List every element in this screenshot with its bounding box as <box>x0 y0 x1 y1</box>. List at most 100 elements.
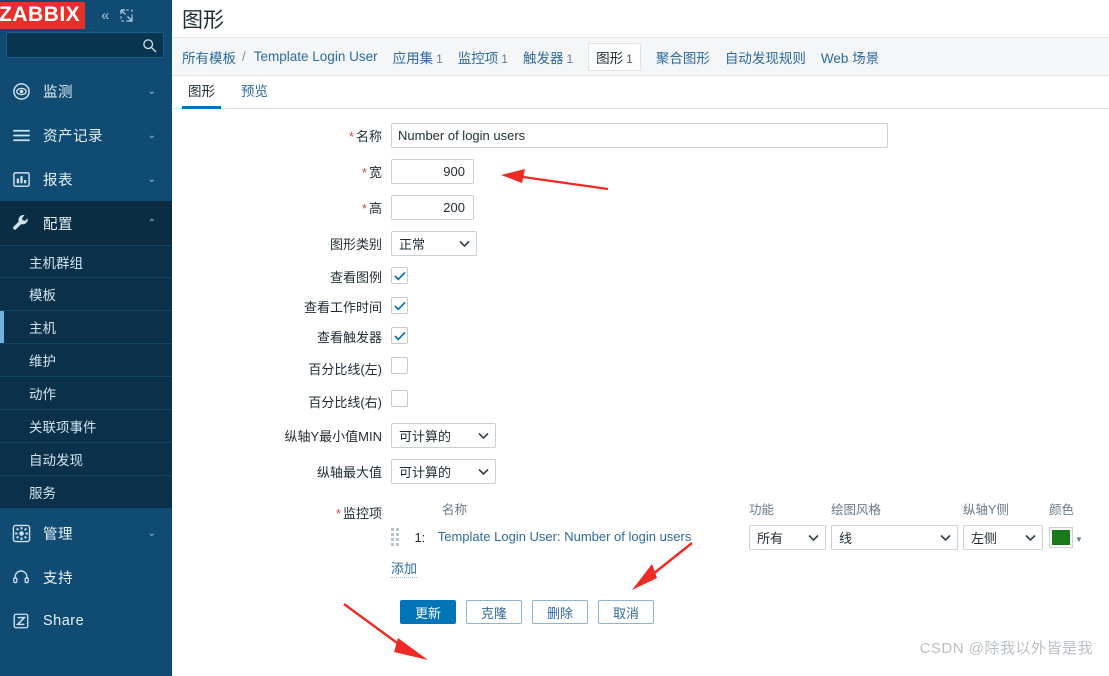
eye-icon <box>8 82 34 101</box>
sidebar-item-hosts[interactable]: 主机 <box>0 311 172 344</box>
add-item-link[interactable]: 添加 <box>391 561 418 578</box>
breadcrumb-label: 触发器 <box>522 50 564 66</box>
chevrons-left-icon[interactable]: « <box>101 8 109 23</box>
breadcrumb-triggers[interactable]: 触发器 1 <box>523 47 573 67</box>
breadcrumb-screens[interactable]: 聚合图形 <box>656 47 710 67</box>
tab-bar: 图形 预览 <box>172 76 1109 109</box>
width-input[interactable] <box>391 159 474 184</box>
percentile-right-field-wrap <box>391 390 408 412</box>
show-triggers-checkbox[interactable] <box>391 327 408 345</box>
breadcrumb-all-templates[interactable]: 所有模板 <box>182 47 236 67</box>
zabbix-logo: ZABBIX <box>0 1 86 29</box>
required-marker: * <box>348 129 354 144</box>
sidebar-item-host-groups[interactable]: 主机群组 <box>0 245 172 278</box>
update-button[interactable]: 更新 <box>400 600 456 624</box>
sidebar-item-share[interactable]: Share <box>0 599 172 643</box>
show-working-time-checkbox[interactable] <box>391 297 408 315</box>
sidebar-subitem-label: 主机 <box>29 321 56 336</box>
clone-button[interactable]: 克隆 <box>466 600 522 624</box>
field-row-percentile-left: 百分比线(左) <box>172 357 1109 379</box>
sidebar-item-monitoring[interactable]: 监测 ⌄ <box>0 69 172 113</box>
name-label: * 名称 <box>172 126 391 145</box>
breadcrumb-discovery-rules[interactable]: 自动发现规则 <box>725 47 806 67</box>
ymin-select[interactable]: 可计算的 <box>391 423 496 448</box>
sidebar-item-inventory[interactable]: 资产记录 ⌄ <box>0 113 172 157</box>
percentile-left-field-wrap <box>391 357 408 379</box>
percentile-left-label: 百分比线(左) <box>308 361 382 377</box>
height-field-wrap <box>391 195 474 220</box>
percentile-right-label: 百分比线(右) <box>308 394 382 410</box>
chevron-down-icon[interactable]: ▼ <box>1075 535 1083 544</box>
item-color-swatch[interactable] <box>1049 527 1073 548</box>
item-draw-style-select[interactable]: 线 <box>831 525 958 550</box>
sidebar-item-maintenance[interactable]: 维护 <box>0 344 172 377</box>
item-color-cell: ▼ <box>1049 523 1109 552</box>
show-legend-checkbox[interactable] <box>391 267 408 285</box>
main-content: 图形 所有模板 / Template Login User 应用集 1 监控项 1 … <box>172 0 1109 676</box>
breadcrumb-label: 监控项 <box>457 50 499 66</box>
item-name-link[interactable]: Template Login User: Number of login use… <box>438 530 692 545</box>
sidebar-subitem-label: 动作 <box>29 387 56 402</box>
sidebar-item-label: 配置 <box>43 216 73 233</box>
tab-preview[interactable]: 预览 <box>235 80 274 108</box>
ymax-field-wrap: 可计算的 <box>391 459 496 484</box>
name-input[interactable] <box>391 123 888 148</box>
graph-type-select[interactable]: 正常 <box>391 231 477 256</box>
sidebar-item-label: 资产记录 <box>43 128 103 145</box>
sidebar-item-event-correlation[interactable]: 关联项事件 <box>0 410 172 443</box>
items-table: 名称 功能 绘图风格 纵轴Y侧 颜色 1: Template Login Use… <box>391 495 1109 552</box>
field-row-ymin: 纵轴Y最小值MIN 可计算的 <box>172 423 1109 448</box>
required-marker: * <box>361 165 367 180</box>
breadcrumb-count: 1 <box>436 51 443 66</box>
width-label: * 宽 <box>172 162 391 181</box>
search-input[interactable] <box>0 38 142 52</box>
sidebar-item-services[interactable]: 服务 <box>0 476 172 509</box>
sidebar-item-support[interactable]: 支持 <box>0 555 172 599</box>
item-function-value: 所有 <box>757 531 784 546</box>
check-icon <box>393 271 406 281</box>
percentile-right-checkbox[interactable] <box>391 390 408 407</box>
item-yaxis-side-select[interactable]: 左侧 <box>963 525 1043 550</box>
breadcrumb-graphs[interactable]: 图形 1 <box>588 42 641 71</box>
breadcrumb-items[interactable]: 监控项 1 <box>458 47 508 67</box>
sidebar-nav: 监测 ⌄ 资产记录 ⌄ 报表 ⌄ 配置 ⌃ 主机群组 模板 主机 维护 动作 关… <box>0 69 172 643</box>
ymax-value: 可计算的 <box>399 465 452 480</box>
check-icon <box>393 331 406 341</box>
ymin-label: 纵轴Y最小值MIN <box>284 429 382 444</box>
delete-button[interactable]: 删除 <box>532 600 588 624</box>
expand-icon[interactable] <box>119 8 133 22</box>
search-box[interactable] <box>0 32 164 58</box>
chevron-down-icon <box>808 534 819 542</box>
breadcrumb-web-scenarios[interactable]: Web 场景 <box>821 47 879 67</box>
breadcrumb-applications[interactable]: 应用集 1 <box>393 47 443 67</box>
sidebar-item-discovery[interactable]: 自动发现 <box>0 443 172 476</box>
sidebar-subitem-label: 服务 <box>29 486 56 501</box>
breadcrumb-separator: / <box>242 49 246 64</box>
drag-handle-icon[interactable] <box>391 528 399 547</box>
item-function-select[interactable]: 所有 <box>749 525 826 550</box>
color-fill <box>1052 530 1070 545</box>
sidebar-item-reports[interactable]: 报表 ⌄ <box>0 157 172 201</box>
sidebar-item-actions[interactable]: 动作 <box>0 377 172 410</box>
sidebar-item-templates[interactable]: 模板 <box>0 278 172 311</box>
table-row: 1: Template Login User: Number of login … <box>391 523 1109 552</box>
sidebar-item-label: 报表 <box>43 172 73 189</box>
chevron-down-icon: ⌄ <box>147 173 156 185</box>
sidebar-item-administration[interactable]: 管理 ⌄ <box>0 511 172 555</box>
cancel-button[interactable]: 取消 <box>598 600 654 624</box>
field-row-height: * 高 <box>172 195 1109 220</box>
ymin-value: 可计算的 <box>399 429 452 444</box>
tab-graph[interactable]: 图形 <box>182 80 221 109</box>
chevron-down-icon <box>1025 534 1036 542</box>
breadcrumb-template-login-user[interactable]: Template Login User <box>254 49 378 64</box>
field-row-graph-type: 图形类别 正常 <box>172 231 1109 256</box>
percentile-left-checkbox[interactable] <box>391 357 408 374</box>
sidebar-item-label: Share <box>43 613 85 629</box>
zabbix-z-icon <box>8 612 34 630</box>
search-icon[interactable] <box>142 38 157 53</box>
ymax-select[interactable]: 可计算的 <box>391 459 496 484</box>
sidebar-subitem-label: 主机群组 <box>29 255 83 271</box>
height-input[interactable] <box>391 195 474 220</box>
sidebar-item-configuration[interactable]: 配置 ⌃ <box>0 201 172 245</box>
sidebar-submenu-configuration: 主机群组 模板 主机 维护 动作 关联项事件 自动发现 服务 <box>0 245 172 509</box>
